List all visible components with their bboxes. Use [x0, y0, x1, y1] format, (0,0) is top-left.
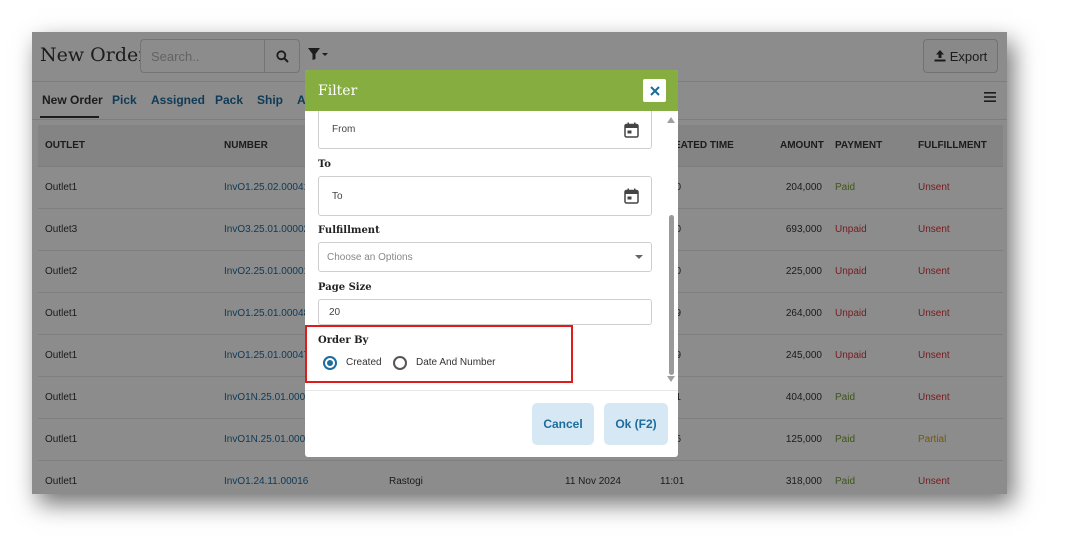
chevron-down-icon [635, 255, 643, 259]
order-by-radio-group: Created Date And Number [323, 356, 563, 374]
close-button[interactable] [643, 79, 666, 102]
dialog-footer: Cancel Ok (F2) [305, 390, 678, 457]
dialog-scrollbar[interactable] [667, 117, 676, 382]
from-date-field[interactable]: From [318, 111, 652, 149]
to-date-field[interactable]: To [318, 176, 652, 216]
radio-created[interactable] [323, 356, 337, 370]
radio-date-and-number-label[interactable]: Date And Number [416, 357, 496, 368]
order-by-label: Order By [318, 335, 369, 346]
fulfillment-label: Fulfillment [318, 225, 380, 236]
ok-button[interactable]: Ok (F2) [604, 403, 668, 445]
page-size-input[interactable]: 20 [318, 299, 652, 325]
dialog-header: Filter [305, 70, 678, 111]
fulfillment-placeholder: Choose an Options [327, 251, 413, 263]
radio-created-label[interactable]: Created [346, 357, 382, 368]
calendar-icon[interactable] [624, 188, 639, 204]
to-date-label: To [318, 159, 331, 170]
order-by-highlight [305, 325, 573, 383]
dialog-body: From To To Fulfillment Choose an Options… [305, 111, 678, 390]
to-date-placeholder: To [332, 190, 343, 202]
dialog-title: Filter [318, 83, 358, 99]
from-date-placeholder: From [332, 124, 356, 135]
calendar-icon[interactable] [624, 122, 639, 138]
fulfillment-select[interactable]: Choose an Options [318, 242, 652, 272]
close-icon [649, 85, 660, 96]
scroll-up-arrow-icon[interactable] [667, 117, 675, 123]
page-size-value: 20 [329, 306, 341, 318]
scroll-down-arrow-icon[interactable] [667, 376, 675, 382]
page-size-label: Page Size [318, 282, 372, 293]
scrollbar-thumb[interactable] [669, 215, 674, 375]
cancel-button[interactable]: Cancel [532, 403, 594, 445]
filter-dialog: Filter From To To Fulfillment Choose an … [305, 70, 678, 457]
radio-date-and-number[interactable] [393, 356, 407, 370]
